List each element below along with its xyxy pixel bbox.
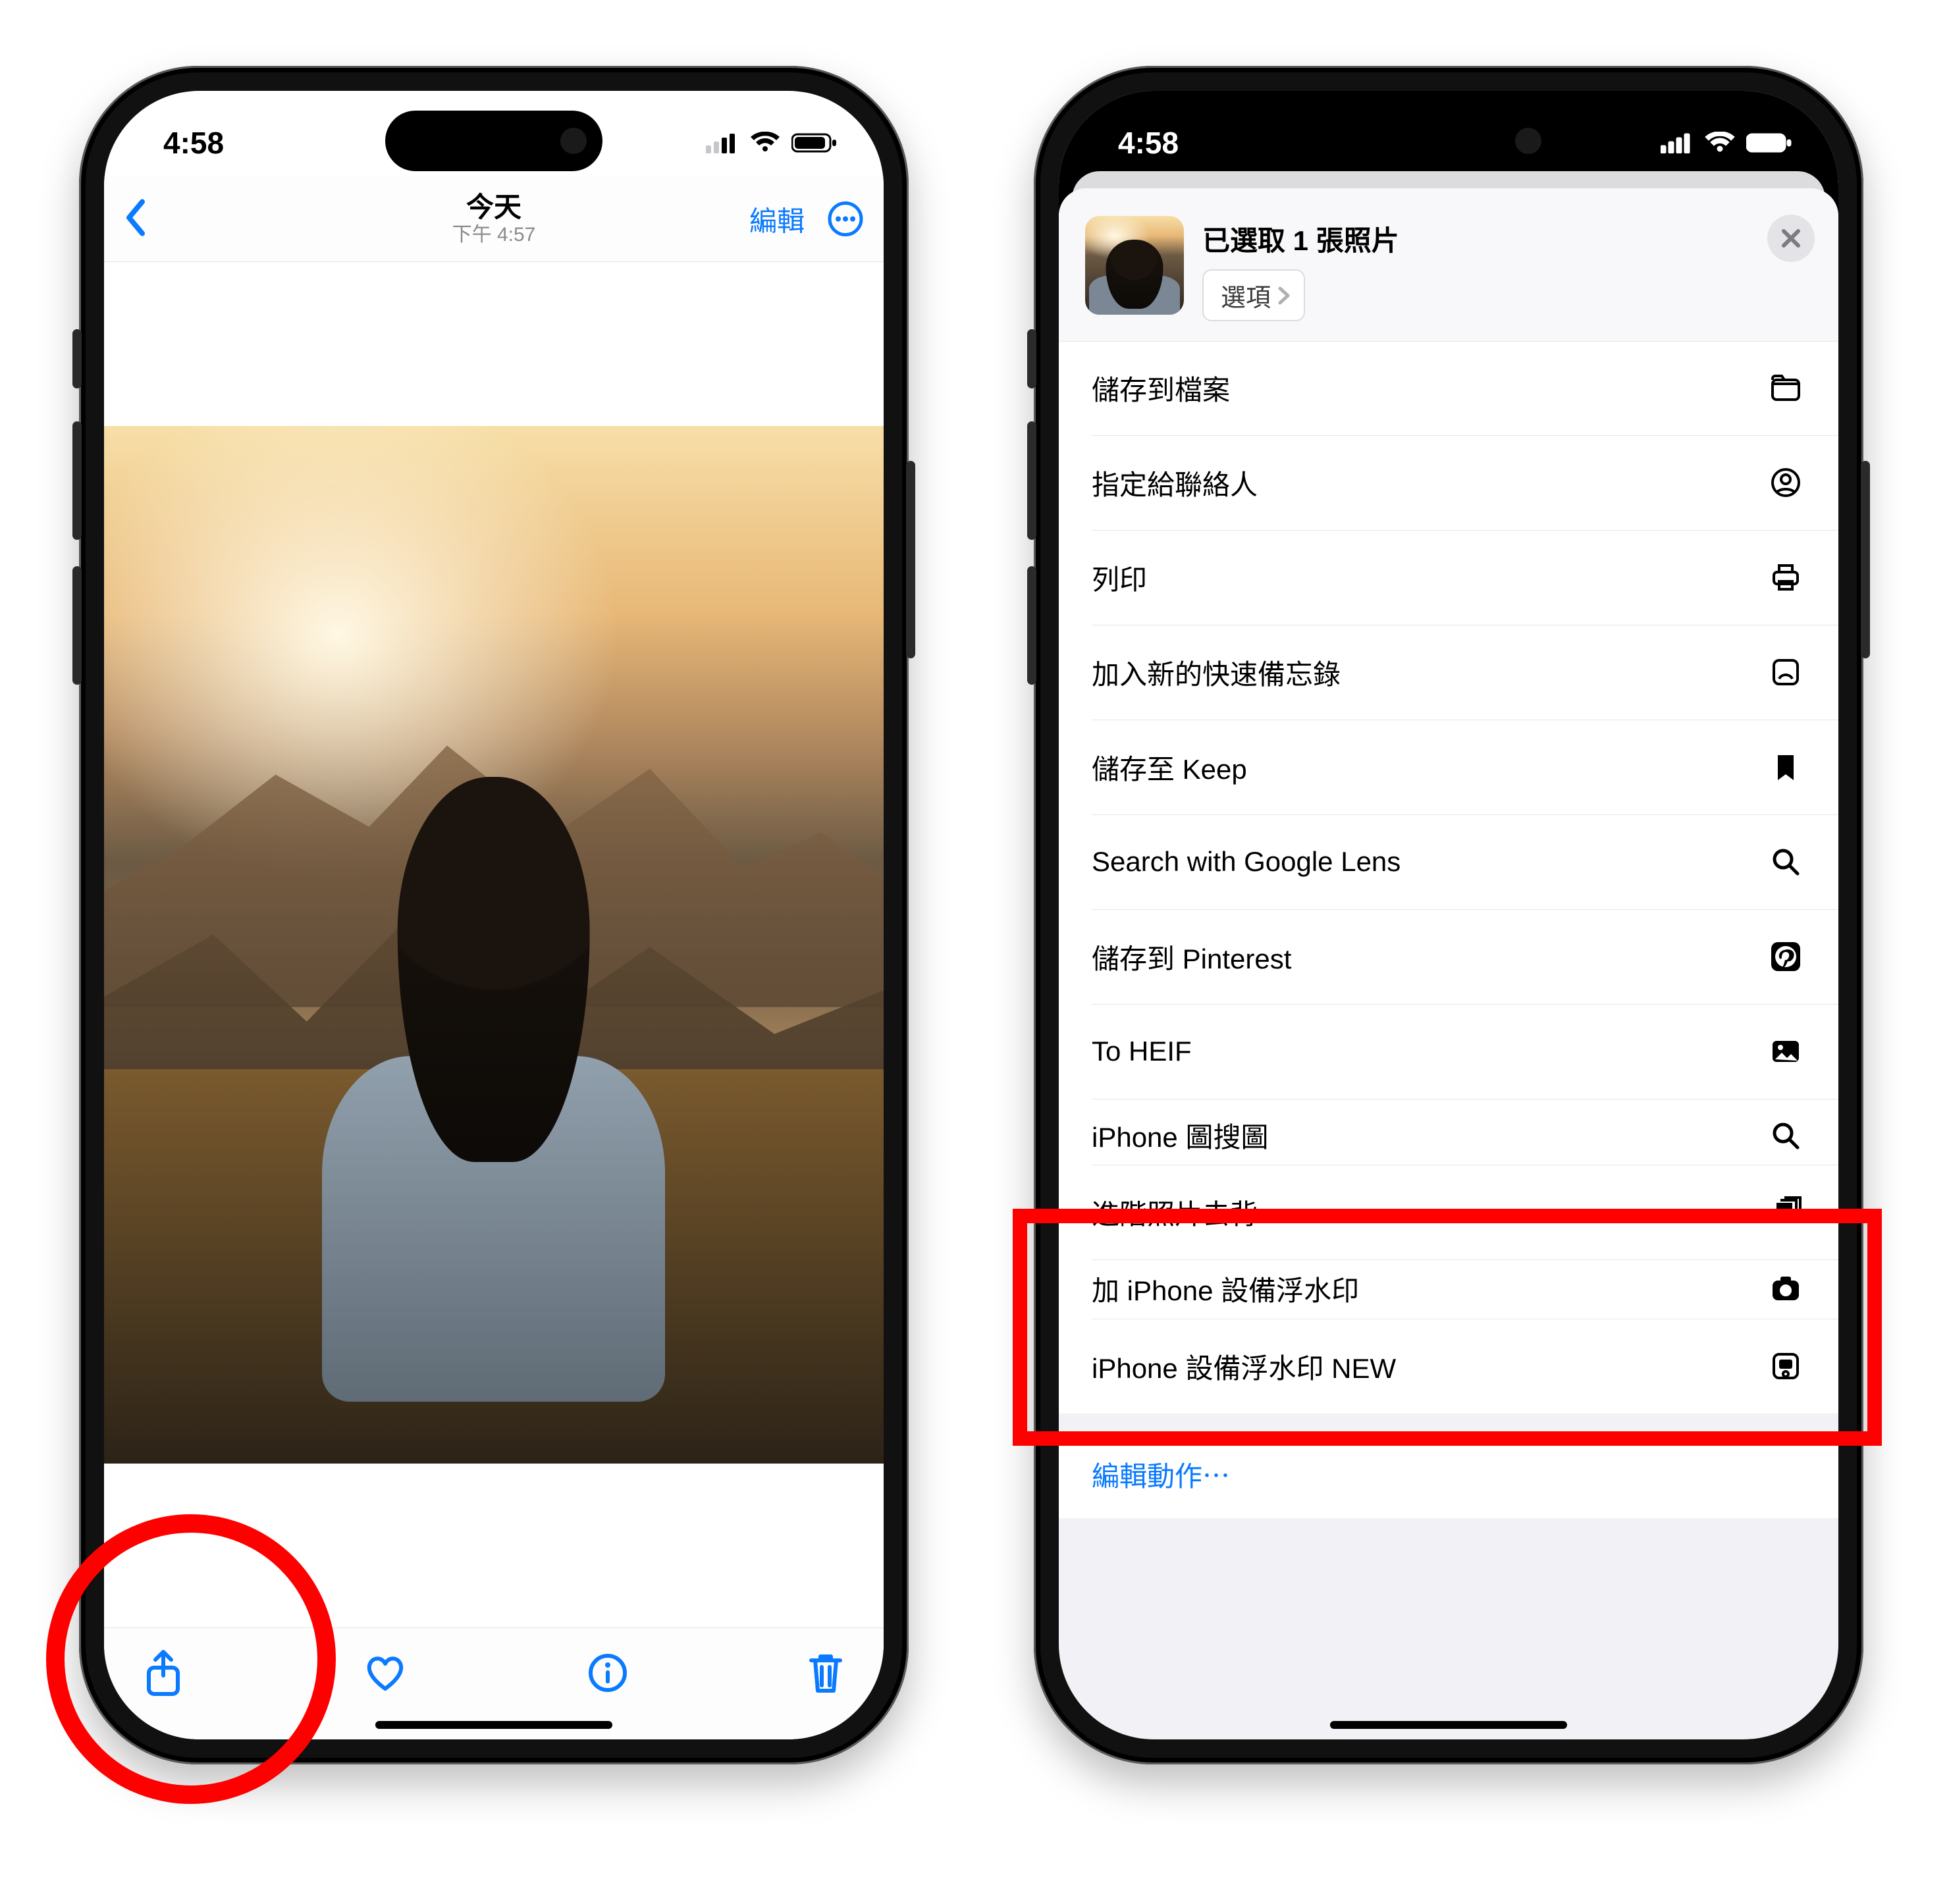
- battery-icon: [791, 132, 838, 154]
- header-title: 今天: [452, 192, 536, 223]
- delete-button[interactable]: [807, 1651, 844, 1695]
- home-indicator[interactable]: [375, 1721, 612, 1729]
- info-button[interactable]: [588, 1653, 627, 1693]
- share-action-icon: [1766, 747, 1805, 787]
- share-sheet-header: 已選取 1 張照片 選項: [1059, 188, 1838, 342]
- trash-icon: [807, 1651, 844, 1695]
- share-action-icon: [1766, 1032, 1805, 1071]
- printer-icon: [1770, 562, 1802, 593]
- share-action-search[interactable]: iPhone 圖搜圖: [1059, 1099, 1838, 1165]
- share-action-icon: [1766, 842, 1805, 882]
- share-action-icon: [1766, 368, 1805, 408]
- close-icon: [1780, 227, 1802, 250]
- dynamic-island: [385, 111, 602, 171]
- image-icon: [1770, 1036, 1802, 1067]
- share-action-label: iPhone 圖搜圖: [1092, 1115, 1268, 1155]
- cellular-icon: [706, 132, 739, 153]
- header-title-block: 今天 下午 4:57: [452, 192, 536, 246]
- contact-icon: [1770, 467, 1802, 498]
- share-action-icon: [1766, 652, 1805, 692]
- wifi-icon: [749, 132, 781, 154]
- favorite-button[interactable]: [363, 1653, 408, 1693]
- share-action-icon: [1766, 937, 1805, 976]
- wifi-icon: [1704, 132, 1736, 154]
- heart-icon: [363, 1653, 408, 1693]
- share-action-label: To HEIF: [1092, 1036, 1192, 1067]
- header-subtitle: 下午 4:57: [452, 224, 536, 246]
- share-action-label: 儲存到檔案: [1092, 368, 1230, 408]
- share-action-pinterest[interactable]: 儲存到 Pinterest: [1059, 909, 1838, 1004]
- screen-left: 4:58: [104, 91, 884, 1739]
- close-button[interactable]: [1767, 215, 1815, 262]
- share-sheet: 已選取 1 張照片 選項 儲存到檔案指定給聯絡人列印加入新的快速備忘錄儲存至 K…: [1059, 188, 1838, 1739]
- share-action-quicknote[interactable]: 加入新的快速備忘錄: [1059, 625, 1838, 720]
- search-icon: [1770, 1120, 1802, 1151]
- share-action-icon: [1766, 1116, 1805, 1155]
- edit-button[interactable]: 編輯: [749, 199, 805, 239]
- chevron-right-icon: [1277, 286, 1291, 305]
- share-action-icon: [1766, 558, 1805, 597]
- share-action-search[interactable]: Search with Google Lens: [1059, 814, 1838, 909]
- more-button[interactable]: [827, 201, 864, 238]
- cellular-icon: [1661, 132, 1694, 153]
- share-title: 已選取 1 張照片: [1202, 219, 1399, 259]
- share-thumbnail: [1085, 216, 1184, 315]
- bookmark-icon: [1770, 751, 1802, 783]
- share-action-folder[interactable]: 儲存到檔案: [1059, 340, 1838, 435]
- status-time: 4:58: [1118, 125, 1179, 161]
- share-action-label: 儲存到 Pinterest: [1092, 937, 1291, 977]
- share-action-label: 儲存至 Keep: [1092, 747, 1247, 787]
- photos-header: 今天 下午 4:57 編輯: [104, 176, 884, 262]
- share-action-label: 加入新的快速備忘錄: [1092, 652, 1341, 693]
- dynamic-island: [1340, 111, 1557, 171]
- share-action-bookmark[interactable]: 儲存至 Keep: [1059, 720, 1838, 814]
- share-options-button[interactable]: 選項: [1202, 269, 1305, 321]
- status-icons: [1661, 132, 1792, 154]
- battery-icon: [1746, 132, 1792, 154]
- share-action-printer[interactable]: 列印: [1059, 530, 1838, 625]
- share-options-label: 選項: [1221, 277, 1271, 313]
- pinterest-icon: [1770, 941, 1802, 972]
- share-action-icon: [1766, 463, 1805, 502]
- share-action-image[interactable]: To HEIF: [1059, 1004, 1838, 1099]
- status-icons: [706, 132, 838, 154]
- phone-right: 4:58: [1034, 66, 1863, 1764]
- photo-viewer[interactable]: [104, 262, 884, 1627]
- search-icon: [1770, 846, 1802, 878]
- folder-icon: [1770, 372, 1802, 404]
- quicknote-icon: [1770, 656, 1802, 688]
- share-action-contact[interactable]: 指定給聯絡人: [1059, 435, 1838, 530]
- back-button[interactable]: [124, 198, 147, 240]
- ellipsis-circle-icon: [827, 201, 864, 238]
- share-action-label: 列印: [1092, 558, 1147, 598]
- annotation-circle-share: [46, 1514, 336, 1804]
- photo-image: [104, 426, 884, 1464]
- home-indicator[interactable]: [1330, 1721, 1567, 1729]
- status-time: 4:58: [163, 125, 224, 161]
- phone-left: 4:58: [79, 66, 909, 1764]
- screen-right: 4:58: [1059, 91, 1838, 1739]
- info-icon: [588, 1653, 627, 1693]
- share-action-label: 指定給聯絡人: [1092, 463, 1258, 503]
- annotation-rect-action: [1013, 1209, 1882, 1446]
- share-action-label: Search with Google Lens: [1092, 846, 1401, 878]
